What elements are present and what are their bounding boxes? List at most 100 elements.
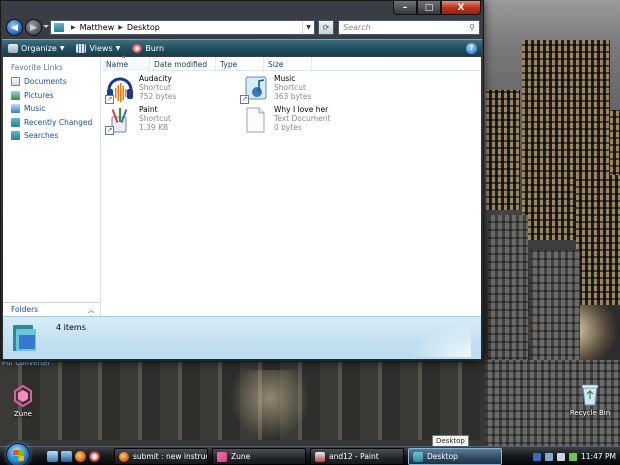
burn-icon — [132, 43, 143, 53]
recent-pages-dropdown[interactable] — [43, 25, 49, 28]
file-item-audacity[interactable]: ↗ Audacity Shortcut 752 bytes — [105, 74, 235, 104]
breadcrumb-matthew[interactable]: Matthew — [80, 23, 115, 32]
volume-icon[interactable] — [557, 452, 565, 461]
breadcrumb-chevron-icon[interactable]: ▶ — [118, 24, 123, 31]
file-name: Paint — [139, 105, 158, 114]
folder-icon — [13, 325, 36, 351]
explorer-window[interactable]: – □ X ◀ ▶ ▶ Matthew ▶ Desktop ▼ ⟳ Search… — [0, 0, 484, 362]
sidebar-item-music[interactable]: Music — [3, 102, 100, 116]
taskbar-button-label: Zune — [231, 452, 251, 461]
searches-icon — [11, 131, 20, 141]
burn-button[interactable]: Burn — [132, 43, 165, 53]
refresh-icon: ⟳ — [322, 23, 330, 32]
column-header-name[interactable]: Name — [102, 53, 150, 71]
switch-windows-icon[interactable] — [61, 451, 72, 462]
file-item-music[interactable]: ↗ Music Shortcut 363 bytes — [240, 74, 370, 104]
folders-label: Folders — [11, 305, 39, 314]
file-size: 0 bytes — [274, 123, 302, 132]
file-type: Shortcut — [139, 114, 171, 123]
start-button[interactable] — [6, 443, 30, 465]
clock[interactable]: 11:47 PM — [581, 452, 616, 461]
desktop-icon-label: Recycle Bin — [569, 409, 611, 417]
sidebar-item-pictures[interactable]: Pictures — [3, 89, 100, 103]
building — [530, 250, 580, 370]
network-icon[interactable] — [545, 452, 553, 461]
command-bar: Organize ▼ Views ▼ Burn ? — [2, 39, 482, 56]
taskbar-button-firefox[interactable]: submit : new instruc... — [114, 448, 208, 465]
bluetooth-icon[interactable] — [533, 452, 541, 461]
file-item-why-i-love-her[interactable]: Why I love her Text Document 0 bytes — [240, 105, 370, 135]
desktop-icon-zune[interactable]: Zune — [0, 385, 53, 418]
back-button[interactable]: ◀ — [6, 19, 23, 36]
help-button[interactable]: ? — [466, 42, 477, 54]
show-desktop-icon[interactable] — [47, 451, 58, 462]
arrow-left-icon: ◀ — [11, 22, 18, 33]
close-button[interactable]: X — [441, 1, 481, 15]
media-icon[interactable] — [89, 451, 100, 462]
search-input[interactable]: Search ⚲ — [338, 20, 480, 35]
text-document-icon — [240, 105, 270, 135]
forward-button[interactable]: ▶ — [25, 19, 42, 36]
pictures-icon — [11, 90, 20, 100]
taskbar-button-paint[interactable]: and12 - Paint — [310, 448, 404, 465]
search-placeholder: Search — [343, 23, 371, 32]
sidebar-item-label: Documents — [24, 77, 67, 87]
file-size: 363 bytes — [274, 92, 312, 101]
file-size: 1.39 KB — [139, 123, 169, 132]
views-label: Views — [89, 43, 113, 53]
burn-label: Burn — [145, 43, 165, 53]
street-glow — [230, 370, 310, 440]
maximize-button[interactable]: □ — [417, 1, 441, 15]
sidebar-item-documents[interactable]: Documents — [3, 75, 100, 89]
taskbar-button-label: Desktop — [427, 452, 458, 461]
arrow-right-icon: ▶ — [30, 22, 37, 33]
sidebar-item-label: Pictures — [24, 90, 54, 100]
organize-button[interactable]: Organize ▼ — [8, 43, 65, 53]
address-bar[interactable]: ▶ Matthew ▶ Desktop ▼ — [50, 20, 315, 35]
chevron-down-icon: ▼ — [59, 44, 65, 52]
sidebar-item-label: Searches — [24, 131, 59, 141]
navigation-pane: Favorite Links Documents Pictures Music … — [3, 57, 101, 316]
minimize-button[interactable]: – — [393, 1, 417, 15]
organize-label: Organize — [21, 43, 57, 53]
music-icon — [11, 104, 20, 114]
column-header-type[interactable]: Type — [216, 57, 264, 71]
sidebar-item-searches[interactable]: Searches — [3, 129, 100, 143]
folder-icon — [54, 23, 64, 32]
windows-logo-icon — [13, 450, 24, 461]
file-type: Text Document — [274, 114, 331, 123]
file-item-paint[interactable]: ↗ Paint Shortcut 1.39 KB — [105, 105, 235, 135]
breadcrumb-chevron-icon[interactable]: ▶ — [71, 24, 76, 31]
window-controls: – □ X — [393, 1, 481, 15]
item-count: 4 items — [56, 323, 86, 332]
organize-icon — [8, 43, 18, 53]
chevron-down-icon: ▼ — [115, 44, 121, 52]
file-name: Audacity — [139, 74, 172, 83]
zune-icon — [217, 451, 227, 462]
details-swoosh — [401, 319, 471, 357]
sidebar-item-label: Recently Changed — [24, 117, 93, 127]
file-name: Why I love her — [274, 105, 329, 114]
folders-toggle[interactable]: Folders ︿ — [3, 302, 100, 316]
details-pane: 4 items — [3, 316, 481, 359]
paint-icon — [315, 451, 325, 462]
search-icon[interactable]: ⚲ — [465, 23, 479, 32]
paint-icon: ↗ — [105, 105, 135, 135]
shortcut-arrow-icon: ↗ — [240, 95, 249, 104]
address-dropdown-icon[interactable]: ▼ — [302, 21, 314, 34]
taskbar-button-zune[interactable]: Zune — [212, 448, 306, 465]
taskbar-button-desktop[interactable]: Desktop — [408, 448, 502, 465]
column-header-date-modified[interactable]: Date modified — [150, 57, 216, 71]
address-row: ◀ ▶ ▶ Matthew ▶ Desktop ▼ ⟳ Search ⚲ — [5, 18, 480, 38]
breadcrumb-desktop[interactable]: Desktop — [127, 23, 160, 32]
refresh-button[interactable]: ⟳ — [318, 20, 334, 35]
sidebar-item-recently-changed[interactable]: Recently Changed — [3, 116, 100, 130]
desktop-icon-recycle-bin[interactable]: Recycle Bin — [560, 382, 620, 417]
taskbar: submit : new instruc... Zune and12 - Pai… — [0, 443, 620, 465]
desktop-icon-label: Zune — [14, 410, 32, 418]
column-header-size[interactable]: Size — [264, 57, 312, 71]
building — [576, 175, 620, 305]
firefox-icon[interactable] — [75, 451, 86, 462]
views-button[interactable]: Views ▼ — [76, 43, 121, 53]
power-icon[interactable] — [569, 452, 577, 461]
